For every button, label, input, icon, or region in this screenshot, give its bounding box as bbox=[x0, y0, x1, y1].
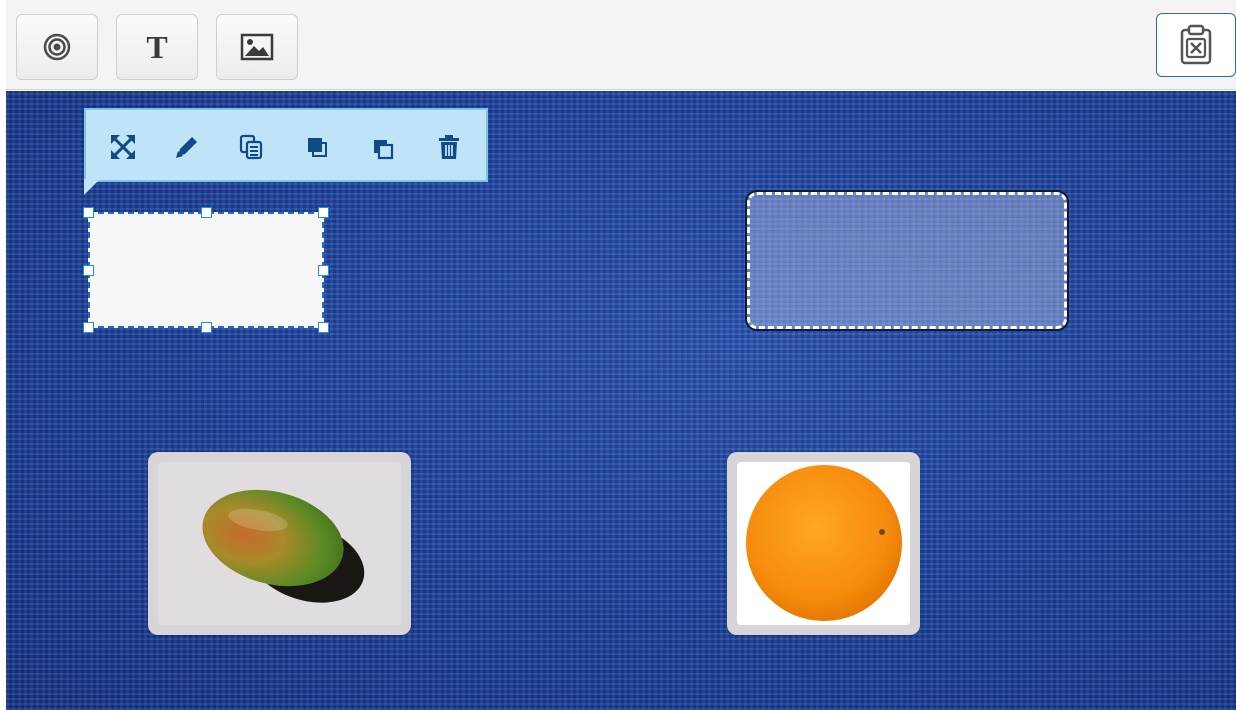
resize-handle-top-right[interactable] bbox=[318, 207, 329, 218]
resize-handle-bottom-right[interactable] bbox=[318, 322, 329, 333]
resize-handle-top[interactable] bbox=[201, 207, 212, 218]
editor-frame: T bbox=[6, 0, 1236, 710]
resize-handle-bottom[interactable] bbox=[201, 322, 212, 333]
send-back-icon[interactable] bbox=[370, 134, 396, 160]
text-icon: T bbox=[146, 28, 168, 65]
clear-clipboard-button[interactable] bbox=[1156, 13, 1236, 77]
target-icon bbox=[42, 32, 72, 62]
selection-context-toolbar bbox=[84, 108, 488, 182]
mango-image-card[interactable] bbox=[148, 452, 411, 635]
main-toolbar: T bbox=[6, 0, 1236, 90]
expand-icon[interactable] bbox=[110, 134, 136, 160]
orange-image-card[interactable] bbox=[727, 452, 920, 635]
image-tool-button[interactable] bbox=[216, 14, 298, 80]
resize-handle-bottom-left[interactable] bbox=[83, 322, 94, 333]
design-canvas[interactable] bbox=[6, 91, 1236, 710]
resize-handle-right[interactable] bbox=[318, 265, 329, 276]
clipboard-x-icon bbox=[1176, 24, 1216, 66]
selected-text-box[interactable] bbox=[83, 207, 329, 333]
resize-handle-top-left[interactable] bbox=[83, 207, 94, 218]
bring-front-icon[interactable] bbox=[304, 134, 330, 160]
copy-icon[interactable] bbox=[238, 134, 264, 160]
mango-image bbox=[158, 462, 401, 625]
orange-image bbox=[737, 462, 910, 625]
resize-handle-left[interactable] bbox=[83, 265, 94, 276]
context-toolbar-pointer bbox=[84, 179, 100, 195]
image-icon bbox=[240, 33, 274, 61]
drop-zone[interactable] bbox=[745, 190, 1069, 331]
target-tool-button[interactable] bbox=[16, 14, 98, 80]
trash-icon[interactable] bbox=[436, 134, 462, 160]
text-tool-button[interactable]: T bbox=[116, 14, 198, 80]
pencil-icon[interactable] bbox=[174, 134, 200, 160]
